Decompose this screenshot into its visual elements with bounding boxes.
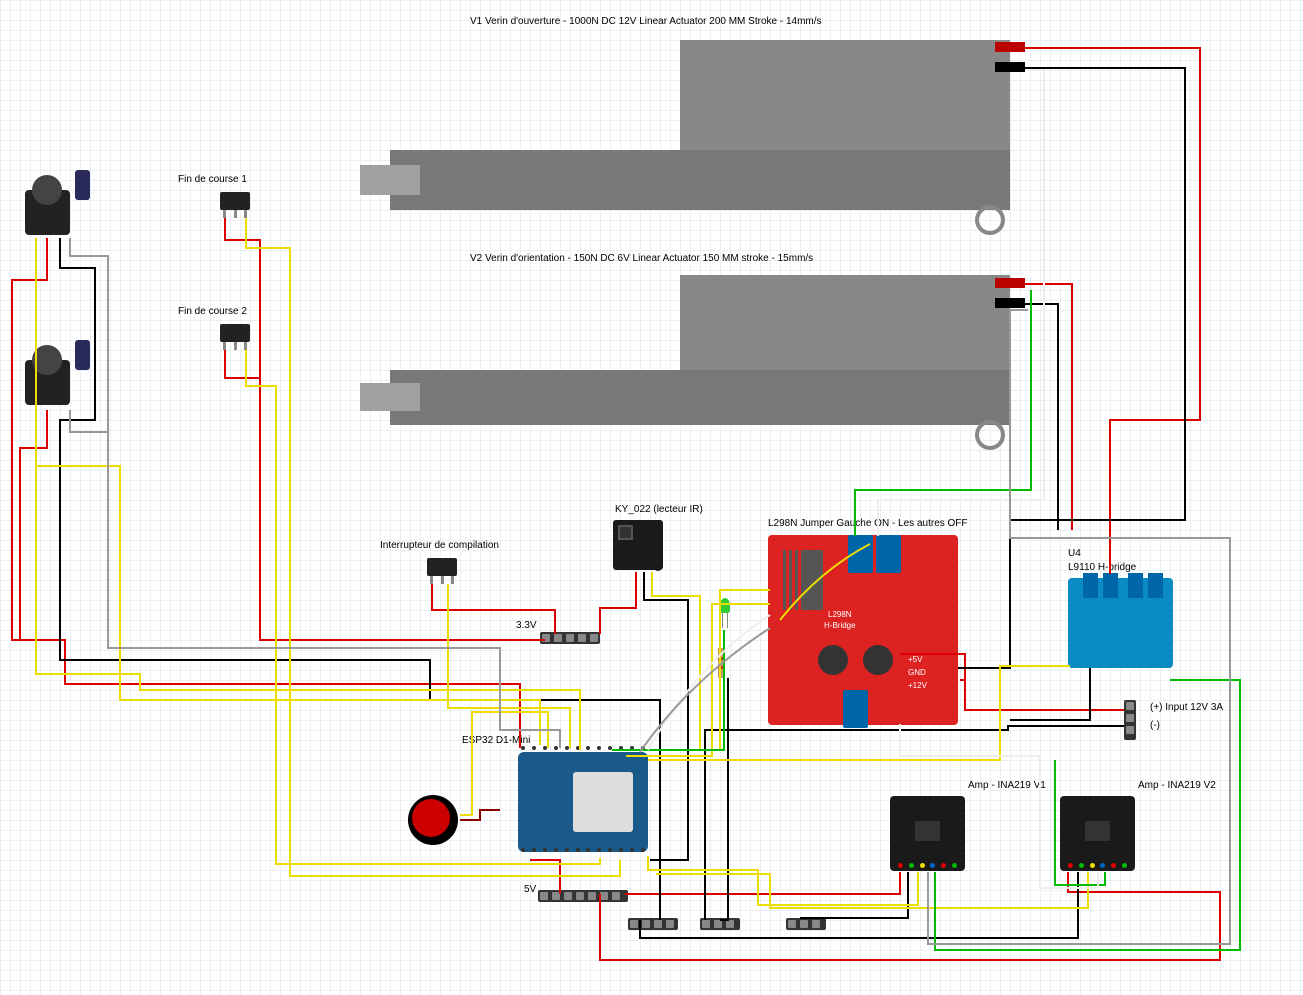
potentiometer-1 <box>25 190 70 235</box>
label-esp32: ESP32 D1-Mini <box>462 735 530 746</box>
header-power-in <box>1124 700 1136 740</box>
ina219-v1 <box>890 796 965 871</box>
label-l9110: L9110 H-bridge <box>1068 562 1136 573</box>
label-v1: V1 Verin d'ouverture - 1000N DC 12V Line… <box>470 16 822 27</box>
header-5v <box>538 890 628 902</box>
label-ky022: KY_022 (lecteur IR) <box>615 504 703 515</box>
esp32-mcu <box>518 752 648 852</box>
capacitor-1 <box>75 170 90 200</box>
plug-v2 <box>995 276 1055 316</box>
label-fdc2: Fin de course 2 <box>178 306 247 317</box>
actuator-v2 <box>360 275 1040 475</box>
label-amp-v2: Amp - INA219 V2 <box>1138 780 1216 791</box>
header-gnd1 <box>628 918 678 930</box>
l298n-hbridge: L298N H-Bridge +5V GND +12V <box>768 535 958 725</box>
header-3v3 <box>540 632 600 644</box>
ir-receiver <box>613 520 663 570</box>
compile-switch <box>427 558 457 576</box>
ina219-v2 <box>1060 796 1135 871</box>
potentiometer-2 <box>25 360 70 405</box>
actuator-v1 <box>360 40 1040 240</box>
push-button <box>408 795 458 845</box>
l298n-12v: +12V <box>908 681 927 690</box>
label-input-minus: (-) <box>1150 720 1160 731</box>
label-v2: V2 Verin d'orientation - 150N DC 6V Line… <box>470 253 813 264</box>
label-interrupteur: Interrupteur de compilation <box>380 540 499 551</box>
led-green <box>720 598 730 613</box>
label-input-plus: (+) Input 12V 3A <box>1150 702 1223 713</box>
capacitor-2 <box>75 340 90 370</box>
plug-v1 <box>995 40 1055 80</box>
l298n-5v: +5V <box>908 655 922 664</box>
label-fdc1: Fin de course 1 <box>178 174 247 185</box>
l298n-name: L298N <box>828 610 852 619</box>
header-gnd2 <box>700 918 740 930</box>
label-l298n: L298N Jumper Gauche ON - Les autres OFF <box>768 518 968 529</box>
label-amp-v1: Amp - INA219 V1 <box>968 780 1046 791</box>
header-gnd3 <box>786 918 826 930</box>
limit-switch-1 <box>220 192 250 210</box>
limit-switch-2 <box>220 324 250 342</box>
label-5v: 5V <box>524 884 536 895</box>
l298n-sub: H-Bridge <box>824 621 856 630</box>
schematic-canvas: V1 Verin d'ouverture - 1000N DC 12V Line… <box>0 0 1303 995</box>
label-u4: U4 <box>1068 548 1081 559</box>
l298n-gnd: GND <box>908 668 926 677</box>
l9110-hbridge <box>1068 578 1173 668</box>
resistor-led <box>718 648 724 678</box>
label-3v3: 3.3V <box>516 620 537 631</box>
